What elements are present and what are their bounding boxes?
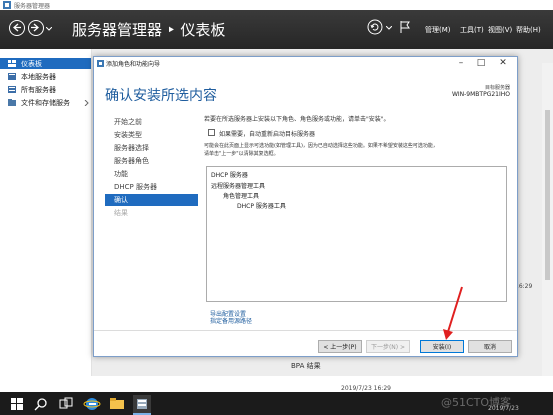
menu-tools[interactable]: 工具(T)	[460, 25, 484, 35]
sidebar-item-label: 文件和存储服务	[21, 99, 70, 107]
flag-icon	[400, 21, 410, 33]
forward-button[interactable]	[28, 20, 44, 36]
server-icon	[8, 73, 16, 80]
minimize-icon: –	[458, 58, 464, 68]
maximize-icon: □	[476, 58, 486, 68]
forward-arrow-icon	[31, 23, 39, 32]
target-server-name: WIN-9MBTPG21IHO	[451, 91, 510, 98]
annotation-arrow	[443, 286, 463, 340]
history-dropdown-icon[interactable]	[46, 27, 52, 31]
optional-features-note-line1: 可能会在此页面上显示可选功能(如管理工具)，因为已自动选择这些功能。如果不希望安…	[204, 143, 438, 149]
dashboard-icon	[8, 60, 16, 67]
cancel-button[interactable]: 取消	[468, 340, 512, 353]
step-label: 确认	[114, 196, 128, 204]
restart-checkbox[interactable]	[208, 129, 215, 136]
sidebar-item-dashboard[interactable]: 仪表板	[0, 58, 91, 69]
sidebar-item-local-server[interactable]: 本地服务器	[0, 71, 91, 82]
sm-window-title: 服务器管理器	[14, 3, 51, 10]
list-item: DHCP 服务器工具	[237, 203, 286, 210]
step-label: 服务器角色	[114, 157, 149, 165]
servers-icon	[8, 86, 16, 93]
menu-view[interactable]: 视图(V)	[488, 25, 512, 35]
wizard-titlebar: 添加角色和功能向导 – □ ✕	[94, 57, 517, 70]
step-label: 开始之前	[114, 118, 142, 126]
ie-button[interactable]	[83, 395, 101, 413]
list-item: 角色管理工具	[223, 193, 260, 200]
restart-checkbox-label[interactable]: 如果需要，自动重新启动目标服务器	[219, 129, 315, 138]
wizard-step-dhcp-server[interactable]: DHCP 服务器	[105, 181, 198, 193]
sidebar-item-all-servers[interactable]: 所有服务器	[0, 84, 91, 95]
wizard-step-confirmation[interactable]: 确认	[105, 194, 198, 206]
optional-features-note-line2: 请单击"上一步"以清除其复选框。	[204, 151, 279, 157]
refresh-button[interactable]	[367, 19, 383, 35]
search-button[interactable]	[32, 395, 50, 413]
sm-header: 服务器管理器 ‣ 仪表板 管理(M) 工具(T) 视图(V) 帮助(H)	[0, 10, 553, 49]
step-label: 功能	[114, 170, 128, 178]
menu-manage[interactable]: 管理(M)	[425, 25, 451, 35]
notifications-button[interactable]	[397, 19, 413, 35]
refresh-icon	[367, 19, 383, 35]
back-arrow-icon	[13, 23, 21, 32]
list-item: 远程服务器管理工具	[211, 183, 266, 190]
server-manager-app-icon	[3, 1, 11, 9]
back-button[interactable]	[9, 20, 25, 36]
file-explorer-button[interactable]	[108, 395, 126, 413]
list-item: DHCP 服务器	[211, 172, 248, 179]
internet-explorer-icon	[83, 398, 101, 410]
wizard-step-features[interactable]: 功能	[105, 168, 198, 180]
start-button[interactable]	[8, 395, 26, 413]
wizard-step-results: 结果	[105, 207, 198, 219]
sidebar-item-label: 仪表板	[21, 60, 42, 68]
storage-icon	[8, 99, 16, 106]
refresh-dropdown-icon[interactable]	[386, 26, 392, 30]
step-label: 安装类型	[114, 131, 142, 139]
wizard-app-icon	[97, 60, 104, 67]
dashboard-scrollbar-thumb[interactable]	[545, 110, 550, 280]
wizard-heading: 确认安装所选内容	[105, 88, 217, 104]
page-title: 服务器管理器 ‣ 仪表板	[72, 21, 226, 39]
search-icon	[34, 398, 47, 411]
selected-items-list: DHCP 服务器 远程服务器管理工具 角色管理工具 DHCP 服务器工具	[206, 166, 507, 302]
server-manager-icon	[137, 399, 147, 409]
windows-logo-icon	[11, 398, 23, 410]
task-view-icon	[59, 397, 73, 409]
alternate-source-link[interactable]: 指定备用源路径	[210, 316, 252, 325]
close-button[interactable]: ✕	[494, 58, 512, 69]
sidebar-item-label: 所有服务器	[21, 86, 56, 94]
sidebar: 仪表板 本地服务器 所有服务器 文件和存储服务	[0, 49, 92, 376]
clock-date: 2019/7/23	[488, 405, 519, 412]
wizard-step-server-selection[interactable]: 服务器选择	[105, 142, 198, 154]
task-view-button[interactable]	[57, 395, 75, 413]
menu-help[interactable]: 帮助(H)	[516, 25, 541, 35]
close-icon: ✕	[499, 58, 507, 68]
sidebar-item-label: 本地服务器	[21, 73, 56, 81]
previous-button[interactable]: < 上一步(P)	[318, 340, 362, 353]
step-label: DHCP 服务器	[114, 183, 157, 191]
intro-text: 若要在所选服务器上安装以下角色、角色服务或功能，请单击"安装"。	[204, 116, 390, 123]
folder-icon	[110, 398, 124, 409]
bpa-results-link[interactable]: BPA 结果	[291, 361, 321, 371]
maximize-button[interactable]: □	[472, 58, 490, 69]
expand-chevron-icon[interactable]	[84, 100, 89, 106]
next-button[interactable]: 下一步(N) >	[366, 340, 410, 353]
wizard-step-server-roles[interactable]: 服务器角色	[105, 155, 198, 167]
sidebar-item-file-storage[interactable]: 文件和存储服务	[0, 97, 91, 108]
bpa-timestamp: 2019/7/23 16:29	[341, 385, 391, 392]
wizard-step-installation-type[interactable]: 安装类型	[105, 129, 198, 141]
wizard-step-before-you-begin[interactable]: 开始之前	[105, 116, 198, 128]
step-label: 结果	[114, 209, 128, 217]
minimize-button[interactable]: –	[452, 58, 470, 69]
step-label: 服务器选择	[114, 144, 149, 152]
target-server-label: 目标服务器	[484, 85, 510, 91]
server-manager-taskbar-button[interactable]	[133, 395, 151, 415]
wizard-window-title: 添加角色和功能向导	[106, 61, 161, 68]
